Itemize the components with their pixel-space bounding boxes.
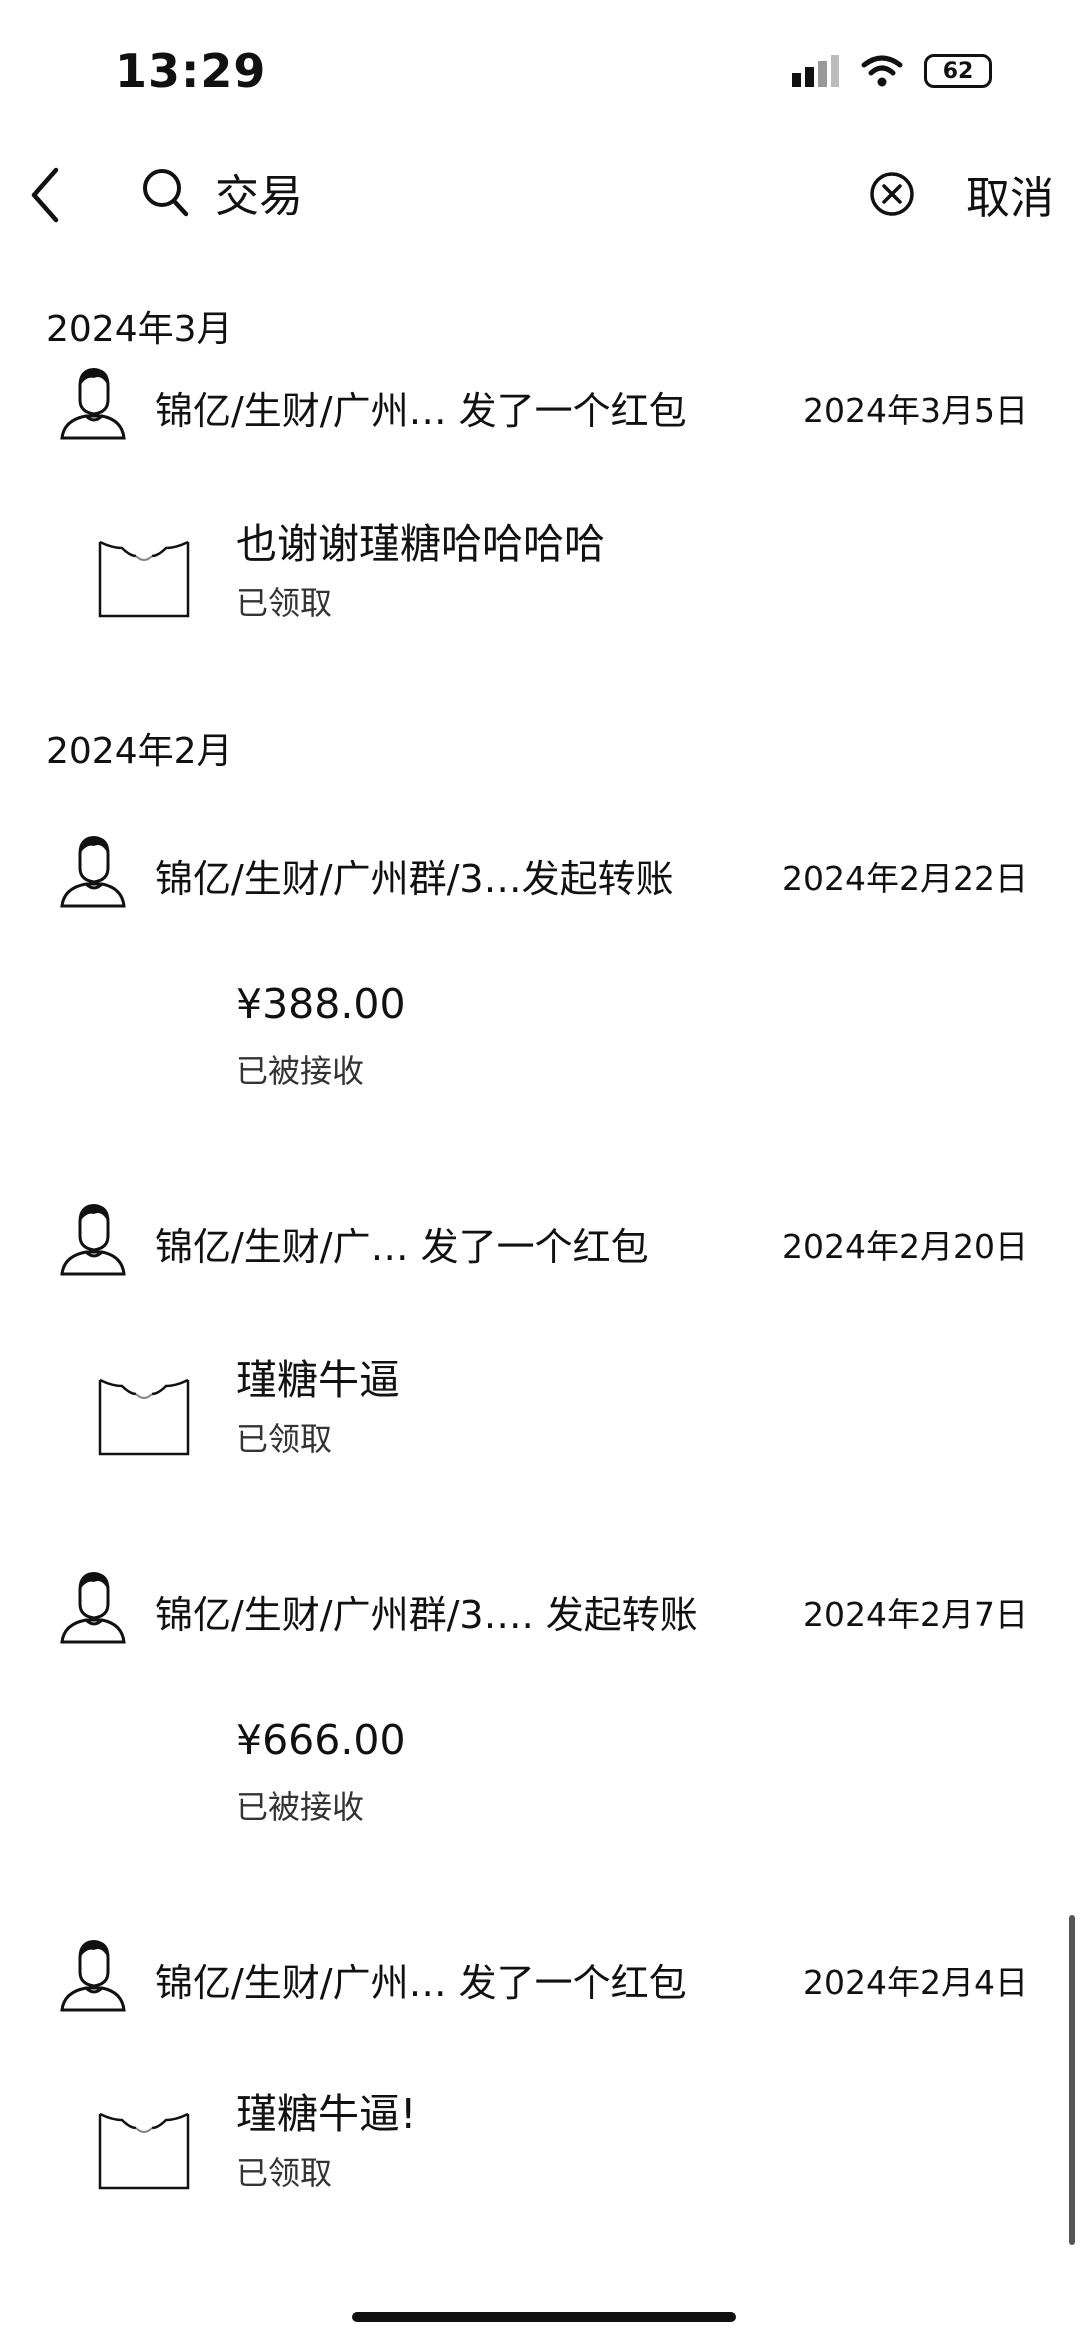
transfer-status: 已被接收	[236, 1788, 365, 1826]
cancel-button[interactable]: 取消	[966, 162, 1054, 226]
avatar	[60, 836, 126, 908]
status-icons: 62	[790, 48, 992, 94]
red-packet-status: 已领取	[236, 2154, 333, 2192]
transaction-title: 锦亿/生财/广州… 发了一个红包	[155, 1961, 687, 2005]
red-packet-status: 已领取	[236, 1420, 333, 1458]
transaction-header[interactable]: 锦亿/生财/广州… 发了一个红包 2024年2月4日	[0, 1934, 1080, 2024]
month-header: 2024年3月	[46, 309, 233, 350]
red-packet-message: 瑾糖牛逼	[236, 1356, 400, 1404]
wifi-icon	[861, 55, 903, 87]
red-packet-icon	[98, 540, 190, 618]
red-packet-status: 已领取	[236, 584, 333, 622]
transaction-date: 2024年2月22日	[782, 859, 1028, 898]
avatar	[60, 1940, 126, 2012]
search-icon	[143, 169, 189, 217]
transaction-header[interactable]: 锦亿/生财/广… 发了一个红包 2024年2月20日	[0, 1198, 1080, 1288]
transaction-date: 2024年2月7日	[803, 1595, 1028, 1634]
battery-indicator: 62	[924, 54, 992, 88]
transaction-header[interactable]: 锦亿/生财/广州群/3…发起转账 2024年2月22日	[0, 830, 1080, 920]
scrollbar[interactable]	[1069, 1915, 1075, 2245]
red-packet-message: 也谢谢瑾糖哈哈哈哈	[236, 520, 605, 568]
clear-search-icon[interactable]	[868, 170, 916, 218]
transfer-amount: ¥388.00	[236, 980, 406, 1028]
transaction-title: 锦亿/生财/广… 发了一个红包	[155, 1225, 649, 1269]
status-time: 13:29	[115, 44, 267, 98]
avatar	[60, 1204, 126, 1276]
avatar	[60, 368, 126, 440]
cellular-signal-icon	[792, 55, 839, 87]
transfer-status: 已被接收	[236, 1052, 365, 1090]
home-indicator[interactable]	[352, 2312, 736, 2322]
red-packet-message: 瑾糖牛逼!	[236, 2090, 417, 2138]
back-icon[interactable]	[20, 160, 70, 230]
avatar	[60, 1572, 126, 1644]
transaction-title: 锦亿/生财/广州… 发了一个红包	[155, 389, 687, 433]
red-packet-icon	[98, 1378, 190, 1456]
transaction-date: 2024年2月20日	[782, 1227, 1028, 1266]
search-input[interactable]	[215, 162, 815, 222]
transaction-header[interactable]: 锦亿/生财/广州… 发了一个红包 2024年3月5日	[0, 362, 1080, 452]
red-packet-icon	[98, 2112, 190, 2190]
battery-level: 62	[942, 58, 974, 84]
transaction-header[interactable]: 锦亿/生财/广州群/3…. 发起转账 2024年2月7日	[0, 1566, 1080, 1656]
transaction-title: 锦亿/生财/广州群/3…. 发起转账	[155, 1593, 698, 1637]
transaction-title: 锦亿/生财/广州群/3…发起转账	[155, 857, 674, 901]
transfer-amount: ¥666.00	[236, 1716, 406, 1764]
transaction-date: 2024年2月4日	[803, 1963, 1028, 2002]
transaction-date: 2024年3月5日	[803, 391, 1028, 430]
month-header: 2024年2月	[46, 731, 233, 772]
